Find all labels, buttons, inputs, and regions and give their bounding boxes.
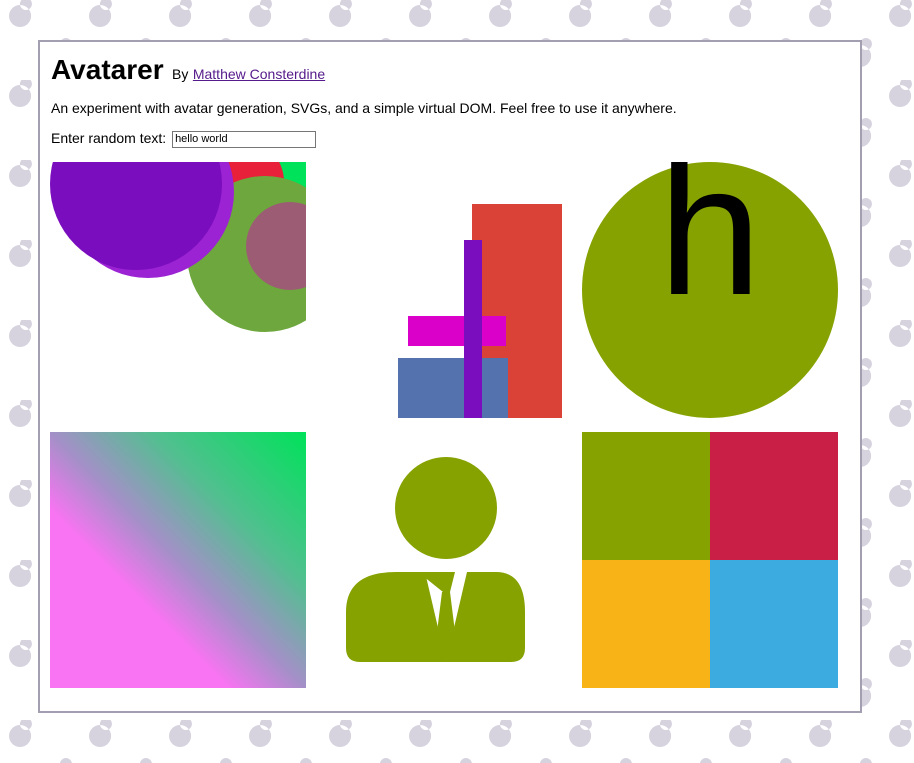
author-link[interactable]: Matthew Consterdine bbox=[193, 66, 325, 82]
description-text: An experiment with avatar generation, SV… bbox=[51, 100, 677, 116]
random-text-label: Enter random text: bbox=[51, 130, 167, 146]
avatar-letter-glyph: h bbox=[658, 162, 761, 334]
random-text-row: Enter random text: bbox=[51, 130, 317, 148]
avatar-letter: h bbox=[582, 162, 838, 418]
page-title: Avatarer bbox=[51, 54, 164, 85]
by-label: By bbox=[172, 66, 189, 82]
avatar-bars bbox=[398, 204, 562, 418]
main-card: Avatarer By Matthew Consterdine An exper… bbox=[38, 40, 862, 713]
avatar-gradient bbox=[50, 432, 306, 688]
avatar-person-icon bbox=[346, 457, 525, 662]
random-text-input[interactable] bbox=[172, 130, 317, 148]
avatar-circles bbox=[50, 162, 306, 332]
avatar-quadrants bbox=[582, 432, 838, 688]
header: Avatarer By Matthew Consterdine bbox=[51, 54, 325, 86]
